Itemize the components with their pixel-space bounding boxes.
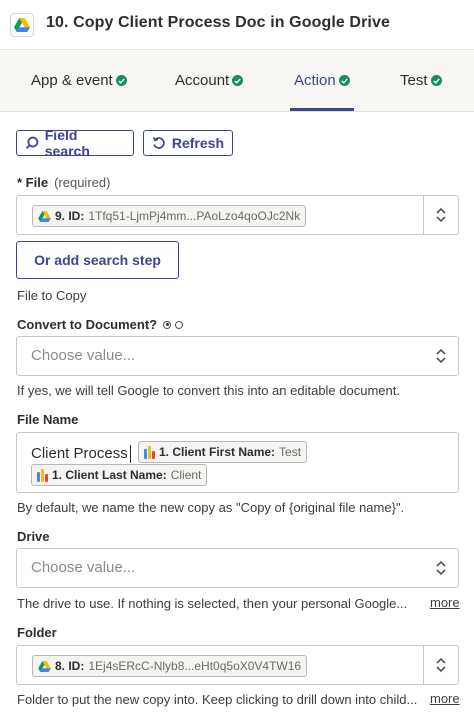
folder-id-pill[interactable]: 8. ID: 1Ej4sERcC-Nlyb8...eHt0q5oX0V4TW16: [32, 655, 308, 677]
pill-key: 9. ID:: [55, 209, 85, 223]
file-name-label: File Name: [17, 412, 79, 427]
convert-field-label: Convert to Document?: [17, 317, 184, 332]
google-drive-icon: [38, 660, 51, 672]
refresh-button[interactable]: Refresh: [143, 130, 233, 156]
drive-select[interactable]: Choose value...: [16, 548, 459, 588]
folder-help-text: Folder to put the new copy into. Keep cl…: [17, 692, 418, 707]
file-name-text: Client Process: [31, 445, 128, 462]
google-drive-icon: [38, 210, 51, 222]
refresh-icon: [152, 136, 165, 149]
select-divider: [423, 646, 424, 684]
file-field-label: * File (required): [17, 175, 110, 190]
convert-placeholder: Choose value...: [31, 347, 136, 364]
check-circle-icon: [430, 75, 442, 86]
convert-help-text: If yes, we will tell Google to convert t…: [17, 383, 400, 398]
check-circle-icon: [338, 75, 350, 86]
drive-more-link[interactable]: more: [430, 595, 460, 610]
pill-key: 1. Client First Name:: [159, 445, 276, 459]
step-tabs: App & event Account Action Test: [0, 50, 474, 112]
file-name-help-text: By default, we name the new copy as "Cop…: [17, 500, 405, 515]
convert-label-text: Convert to Document?: [17, 317, 158, 332]
updown-chevron-icon: [436, 560, 446, 576]
client-first-name-pill[interactable]: 1. Client First Name: Test: [138, 441, 308, 463]
radio-no[interactable]: [175, 320, 184, 329]
tab-action[interactable]: Action: [290, 72, 354, 111]
required-indicator: (required): [54, 175, 111, 190]
pill-value: Test: [279, 445, 302, 459]
pill-value: 1Ej4sERcC-Nlyb8...eHt0q5oX0V4TW16: [88, 659, 302, 673]
client-last-name-pill[interactable]: 1. Client Last Name: Client: [31, 464, 208, 486]
folder-select[interactable]: 8. ID: 1Ej4sERcC-Nlyb8...eHt0q5oX0V4TW16: [16, 645, 459, 685]
folder-field-label: Folder: [17, 625, 57, 640]
header-action-area: [393, 8, 469, 42]
zapier-form-icon: [144, 445, 155, 459]
step-title: 10. Copy Client Process Doc in Google Dr…: [46, 14, 390, 31]
google-drive-icon: [10, 13, 34, 37]
step-header: 10. Copy Client Process Doc in Google Dr…: [0, 0, 474, 50]
radio-yes[interactable]: [163, 320, 172, 329]
file-label-text: * File: [17, 175, 49, 190]
field-search-label: Field search: [44, 127, 90, 159]
pill-value: Client: [170, 468, 202, 482]
active-tab-indicator: [290, 108, 354, 111]
tab-app-event[interactable]: App & event: [31, 72, 127, 89]
drive-field-label: Drive: [17, 529, 50, 544]
folder-more-link[interactable]: more: [430, 691, 460, 706]
pill-value: 1Tfq51-LjmPj4mm...PAoLzo4qoOJc2Nk: [88, 209, 301, 223]
updown-chevron-icon: [436, 657, 446, 673]
check-circle-icon: [232, 75, 244, 86]
add-search-step-button[interactable]: Or add search step: [16, 241, 179, 279]
field-search-button[interactable]: Field search: [16, 127, 134, 159]
tab-label: App & event: [31, 72, 113, 89]
zapier-form-icon: [37, 468, 48, 482]
file-id-pill[interactable]: 9. ID: 1Tfq51-LjmPj4mm...PAoLzo4qoOJc2Nk: [32, 205, 307, 227]
tab-label: Account: [175, 72, 230, 89]
updown-chevron-icon: [436, 348, 446, 364]
check-circle-icon: [115, 75, 127, 86]
drive-placeholder: Choose value...: [31, 559, 136, 576]
pill-key: 8. ID:: [55, 659, 85, 673]
action-form: Field search Refresh * File (required) 9.…: [0, 113, 474, 723]
drive-help-text: The drive to use. If nothing is selected…: [17, 596, 408, 611]
search-icon: [25, 136, 39, 150]
tab-label: Action: [294, 72, 336, 89]
pill-key: 1. Client Last Name:: [52, 468, 167, 482]
text-cursor: [130, 445, 131, 463]
updown-chevron-icon: [436, 207, 446, 223]
convert-select[interactable]: Choose value...: [16, 336, 459, 376]
file-select[interactable]: 9. ID: 1Tfq51-LjmPj4mm...PAoLzo4qoOJc2Nk: [16, 195, 459, 235]
select-divider: [423, 196, 424, 234]
refresh-label: Refresh: [171, 135, 224, 151]
file-help-text: File to Copy: [17, 288, 87, 303]
tab-test[interactable]: Test: [400, 72, 442, 89]
file-name-input[interactable]: Client Process 1. Client First Name: Tes…: [16, 432, 459, 493]
tab-label: Test: [400, 72, 428, 89]
tab-account[interactable]: Account: [175, 72, 244, 89]
